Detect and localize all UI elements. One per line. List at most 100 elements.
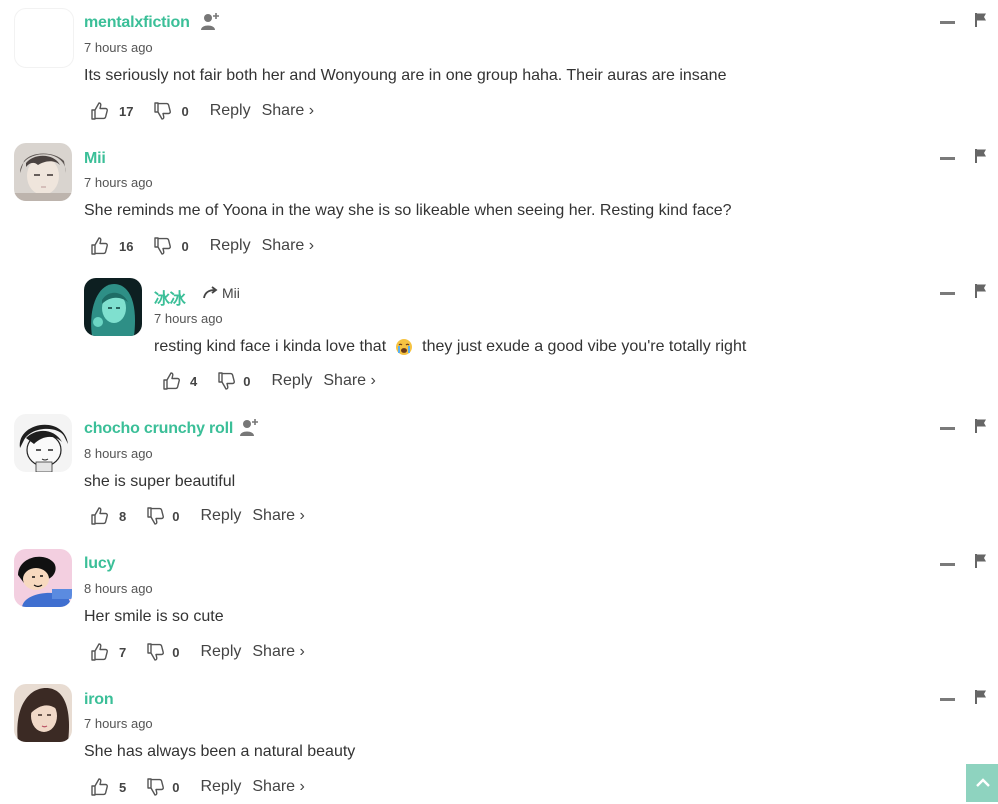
teal-girl-avatar-image xyxy=(84,278,142,336)
dislike-button[interactable]: 0 xyxy=(146,506,179,526)
reply-button[interactable]: Reply xyxy=(210,237,251,255)
dislike-button[interactable]: 0 xyxy=(146,777,179,797)
flag-icon[interactable] xyxy=(974,418,988,434)
dislike-count: 0 xyxy=(243,373,251,389)
username[interactable]: 冰冰 xyxy=(154,285,186,309)
comment-item: mentalxfiction 7 hours ago Its seriously… xyxy=(0,0,998,135)
thumbs-up-icon xyxy=(91,643,108,661)
flag-icon[interactable] xyxy=(974,553,988,569)
like-button[interactable]: 7 xyxy=(90,642,126,662)
reply-button[interactable]: Reply xyxy=(200,778,241,796)
collapse-icon[interactable] xyxy=(940,157,955,160)
comment-text: she is super beautiful xyxy=(84,473,236,490)
like-count: 7 xyxy=(119,644,127,660)
reply-button[interactable]: Reply xyxy=(200,507,241,525)
comment-text: resting kind face i kinda love that they… xyxy=(154,338,746,356)
avatar[interactable] xyxy=(14,143,72,201)
comment-time: 7 hours ago xyxy=(84,40,153,55)
collapse-icon[interactable] xyxy=(940,698,955,701)
comment-text: She has always been a natural beauty xyxy=(84,743,356,760)
thumbs-up-icon xyxy=(91,507,108,525)
comment-actions: 7 0 Reply Share › xyxy=(90,640,305,664)
comment-text: Its seriously not fair both her and Wony… xyxy=(84,67,727,84)
avatar[interactable] xyxy=(14,549,72,607)
flag-icon[interactable] xyxy=(974,689,988,705)
comment-actions: 8 0 Reply Share › xyxy=(90,504,305,528)
reply-comment-item: 冰冰 Mii 7 hours ago resting kind face i k… xyxy=(0,270,998,405)
comment-time: 8 hours ago xyxy=(84,446,153,461)
share-button[interactable]: Share › xyxy=(262,237,314,255)
like-button[interactable]: 5 xyxy=(90,777,126,797)
scroll-to-top-button[interactable] xyxy=(966,764,998,802)
comment-item: chocho crunchy roll 8 hours ago she is s… xyxy=(0,405,998,540)
share-button[interactable]: Share › xyxy=(252,507,304,525)
share-button[interactable]: Share › xyxy=(252,643,304,661)
thumbs-up-icon xyxy=(91,778,108,796)
comment-actions: 17 0 Reply Share › xyxy=(90,99,314,123)
username[interactable]: Mii xyxy=(84,150,106,168)
dislike-count: 0 xyxy=(172,779,180,795)
comment-text: She reminds me of Yoona in the way she i… xyxy=(84,202,732,219)
comment-text-part: they just exude a good vibe you're total… xyxy=(422,338,747,355)
dislike-count: 0 xyxy=(172,644,180,660)
thumbs-down-icon xyxy=(154,102,172,120)
thumbs-down-icon xyxy=(147,507,165,525)
reply-button[interactable]: Reply xyxy=(210,102,251,120)
comment-time: 7 hours ago xyxy=(154,311,223,326)
username[interactable]: lucy xyxy=(84,555,115,573)
username[interactable]: iron xyxy=(84,691,114,709)
follow-user-icon[interactable] xyxy=(200,12,220,32)
thumbs-down-icon xyxy=(147,778,165,796)
reply-button[interactable]: Reply xyxy=(271,372,312,390)
like-count: 16 xyxy=(119,238,134,254)
dislike-count: 0 xyxy=(181,238,189,254)
comment-actions: 16 0 Reply Share › xyxy=(90,234,314,258)
share-button[interactable]: Share › xyxy=(262,102,314,120)
like-count: 17 xyxy=(119,103,134,119)
comment-text: Her smile is so cute xyxy=(84,608,224,625)
thumbs-up-icon xyxy=(91,102,108,120)
collapse-icon[interactable] xyxy=(940,292,955,295)
dislike-count: 0 xyxy=(181,103,189,119)
follow-user-icon[interactable] xyxy=(239,418,259,438)
reply-arrow-icon xyxy=(203,286,218,299)
avatar[interactable] xyxy=(84,278,142,336)
like-count: 4 xyxy=(190,373,198,389)
reply-to-link[interactable]: Mii xyxy=(203,285,240,301)
username[interactable]: chocho crunchy roll xyxy=(84,420,233,438)
lucy-cartoon-avatar-image xyxy=(14,549,72,607)
like-button[interactable]: 4 xyxy=(162,371,197,391)
arrow-up-icon xyxy=(976,778,990,787)
crying-face-emoji-icon xyxy=(396,339,413,355)
photo-girl-avatar-image xyxy=(14,684,72,742)
flag-icon[interactable] xyxy=(974,12,988,28)
flag-icon[interactable] xyxy=(974,148,988,164)
collapse-icon[interactable] xyxy=(940,563,955,566)
comment-text-part: resting kind face i kinda love that xyxy=(154,338,387,355)
like-count: 8 xyxy=(119,508,127,524)
comment-time: 8 hours ago xyxy=(84,581,153,596)
thumbs-down-icon xyxy=(218,372,236,390)
username[interactable]: mentalxfiction xyxy=(84,14,190,32)
share-button[interactable]: Share › xyxy=(323,372,375,390)
collapse-icon[interactable] xyxy=(940,21,955,24)
like-button[interactable]: 17 xyxy=(90,101,133,121)
dislike-button[interactable]: 0 xyxy=(217,371,250,391)
like-button[interactable]: 8 xyxy=(90,506,126,526)
collapse-icon[interactable] xyxy=(940,427,955,430)
avatar[interactable] xyxy=(14,8,74,68)
dislike-button[interactable]: 0 xyxy=(146,642,179,662)
bw-cartoon-avatar-image xyxy=(14,414,72,472)
avatar[interactable] xyxy=(14,684,72,742)
dislike-button[interactable]: 0 xyxy=(153,101,189,121)
manhwa-boy-avatar-image xyxy=(14,143,72,201)
reply-button[interactable]: Reply xyxy=(200,643,241,661)
dislike-button[interactable]: 0 xyxy=(153,236,189,256)
avatar[interactable] xyxy=(14,414,72,472)
reply-to-username: Mii xyxy=(222,285,240,301)
flag-icon[interactable] xyxy=(974,283,988,299)
comment-actions: 5 0 Reply Share › xyxy=(90,775,305,799)
share-button[interactable]: Share › xyxy=(252,778,304,796)
thumbs-up-icon xyxy=(91,237,108,255)
like-button[interactable]: 16 xyxy=(90,236,133,256)
